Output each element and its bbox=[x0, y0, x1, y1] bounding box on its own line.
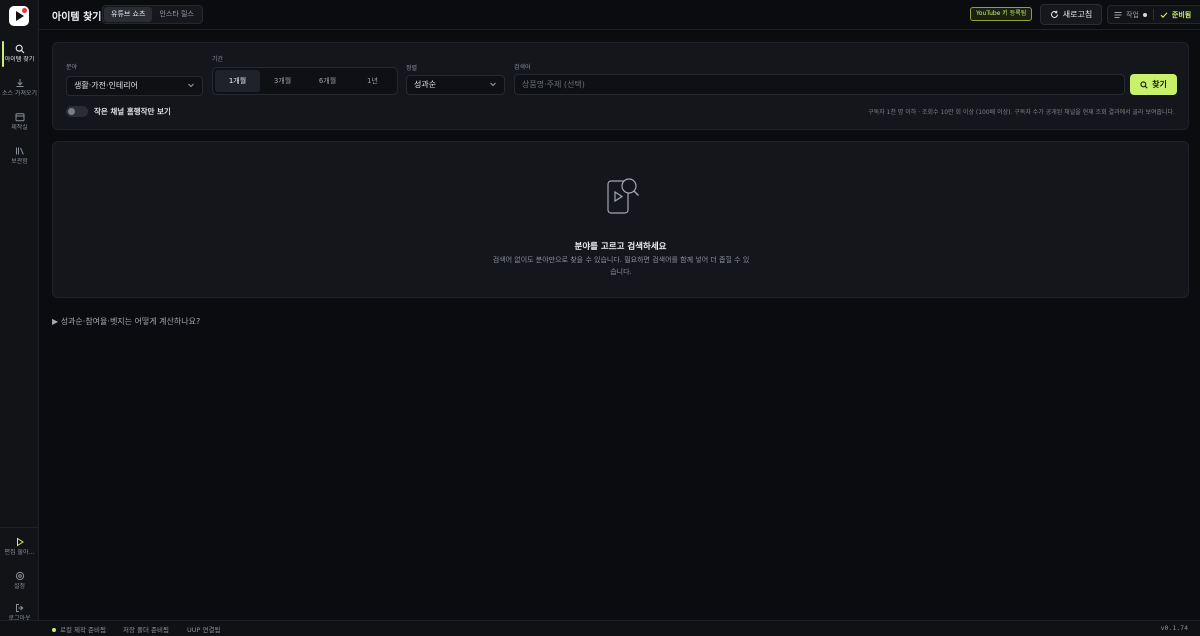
empty-state-title: 분야를 고르고 검색하세요 bbox=[574, 242, 667, 252]
refresh-button[interactable]: 새로고침 bbox=[1040, 4, 1102, 25]
sidebar-item-settings[interactable]: 설정 bbox=[0, 567, 39, 597]
sort-select[interactable]: 성과순 bbox=[406, 75, 505, 95]
category-select[interactable]: 생활·가전·인테리어 bbox=[66, 76, 203, 96]
download-icon bbox=[16, 79, 23, 87]
ready-status: 준비됨 bbox=[1171, 10, 1192, 19]
tab-youtube-shorts[interactable]: 유튜브 쇼츠 bbox=[104, 7, 153, 22]
sidebar-item-label: 제작실 bbox=[11, 124, 28, 131]
sort-label: 정렬 bbox=[406, 65, 418, 72]
period-option-1m[interactable]: 1개월 bbox=[215, 70, 260, 92]
status-text: 로컬 제작 준비됨 bbox=[60, 626, 106, 634]
period-option-1y[interactable]: 1년 bbox=[350, 70, 395, 92]
scoring-faq-toggle[interactable]: ▶ 성과순·참여율·벳지는 어떻게 계산하나요? bbox=[52, 316, 200, 327]
small-channel-toggle-label: 작은 채널 홈행작만 보기 bbox=[94, 107, 171, 116]
sidebar-item-studio[interactable]: 제작실 bbox=[0, 108, 39, 138]
refresh-label: 새로고침 bbox=[1062, 10, 1093, 19]
status-local-build: 로컬 제작 준비됨 bbox=[52, 624, 106, 634]
toggle-knob bbox=[68, 108, 75, 115]
logo-badge-dot bbox=[22, 8, 27, 13]
status-bar: 로컬 제작 준비됨 저장 폴더 준비됨 UUP 연결됨 v0.1.74 bbox=[0, 620, 1200, 636]
play-icon bbox=[16, 537, 24, 547]
sidebar-item-label: 설정 bbox=[13, 583, 26, 590]
calendar-icon bbox=[15, 113, 24, 122]
search-icon bbox=[15, 44, 24, 54]
sidebar-item-logout[interactable]: 로그아웃 bbox=[0, 601, 39, 622]
period-label: 기간 bbox=[212, 56, 224, 63]
status-storage-folder: 저장 폴더 준비됨 bbox=[123, 626, 169, 634]
sidebar-item-label: 편집 둘아… bbox=[4, 549, 35, 556]
chevron-down-icon bbox=[490, 82, 496, 87]
list-icon bbox=[1114, 11, 1122, 18]
results-empty-state: 분야를 고르고 검색하세요 검색어 없이도 분야만으로 찾을 수 있습니다. 필… bbox=[52, 141, 1189, 298]
sidebar-item-label: 보관함 bbox=[11, 158, 28, 165]
task-status[interactable]: 작업 준비됨 bbox=[1107, 5, 1200, 24]
find-button[interactable]: 찾기 bbox=[1130, 74, 1177, 95]
filter-panel: 분야 생활·가전·인테리어 기간 1개월 3개월 6개월 1년 정렬 성과순 검… bbox=[52, 42, 1189, 130]
library-icon bbox=[15, 147, 24, 155]
sidebar-item-label: 소스 가져오기 bbox=[1, 90, 38, 97]
refresh-icon bbox=[1050, 10, 1058, 18]
sidebar-item-edit-playback[interactable]: 편집 둘아… bbox=[0, 533, 39, 563]
sort-value: 성과순 bbox=[414, 80, 437, 89]
youtube-key-badge: YouTube 키 등록됨 bbox=[970, 7, 1033, 21]
period-option-3m[interactable]: 3개월 bbox=[260, 70, 305, 92]
top-bar: 아이템 찾기 유튜브 쇼츠 인스타 릴스 YouTube 키 등록됨 새로고침 … bbox=[39, 0, 1200, 30]
app-version: v0.1.74 bbox=[1160, 624, 1188, 632]
sidebar-divider bbox=[0, 527, 39, 528]
search-icon bbox=[1140, 80, 1148, 89]
filter-hint: 구독자 1천 명 이하 · 조회수 10만 회 이상 (100배 이상). 구독… bbox=[868, 109, 1175, 116]
keyword-input[interactable] bbox=[514, 74, 1125, 95]
divider bbox=[1152, 9, 1154, 20]
status-uup-connection: UUP 연결됨 bbox=[187, 626, 221, 634]
tab-instagram-reels[interactable]: 인스타 릴스 bbox=[152, 7, 200, 22]
keyword-label: 검색어 bbox=[514, 64, 531, 71]
gear-icon bbox=[15, 571, 24, 581]
sidebar-item-import-source[interactable]: 소스 가져오기 bbox=[0, 74, 39, 104]
small-channel-toggle[interactable] bbox=[66, 106, 88, 117]
video-search-icon bbox=[607, 178, 639, 214]
logout-icon bbox=[15, 604, 23, 612]
check-icon bbox=[1160, 11, 1168, 18]
sidebar-item-archive[interactable]: 보관함 bbox=[0, 142, 39, 172]
period-option-6m[interactable]: 6개월 bbox=[305, 70, 350, 92]
sidebar-item-find-items[interactable]: 아이템 찾기 bbox=[0, 40, 39, 70]
task-label: 작업 bbox=[1126, 10, 1139, 19]
page-title: 아이템 찾기 bbox=[52, 12, 102, 23]
app-logo[interactable] bbox=[9, 6, 29, 26]
period-selector: 1개월 3개월 6개월 1년 bbox=[212, 67, 398, 95]
task-indicator-dot bbox=[1142, 12, 1147, 17]
sidebar-item-label: 아이템 찾기 bbox=[4, 56, 35, 63]
category-label: 분야 bbox=[66, 64, 78, 71]
empty-state-description: 검색어 없이도 분야만으로 찾을 수 있습니다. 필요하면 검색어를 함께 넣어… bbox=[492, 256, 750, 276]
category-value: 생활·가전·인테리어 bbox=[74, 81, 138, 90]
sidebar: 아이템 찾기 소스 가져오기 제작실 보관함 편집 둘아… 설정 로그아웃 bbox=[0, 0, 39, 622]
chevron-down-icon bbox=[188, 83, 194, 88]
find-label: 찾기 bbox=[1152, 80, 1167, 89]
platform-tabs: 유튜브 쇼츠 인스타 릴스 bbox=[102, 5, 203, 24]
status-dot bbox=[52, 628, 56, 632]
